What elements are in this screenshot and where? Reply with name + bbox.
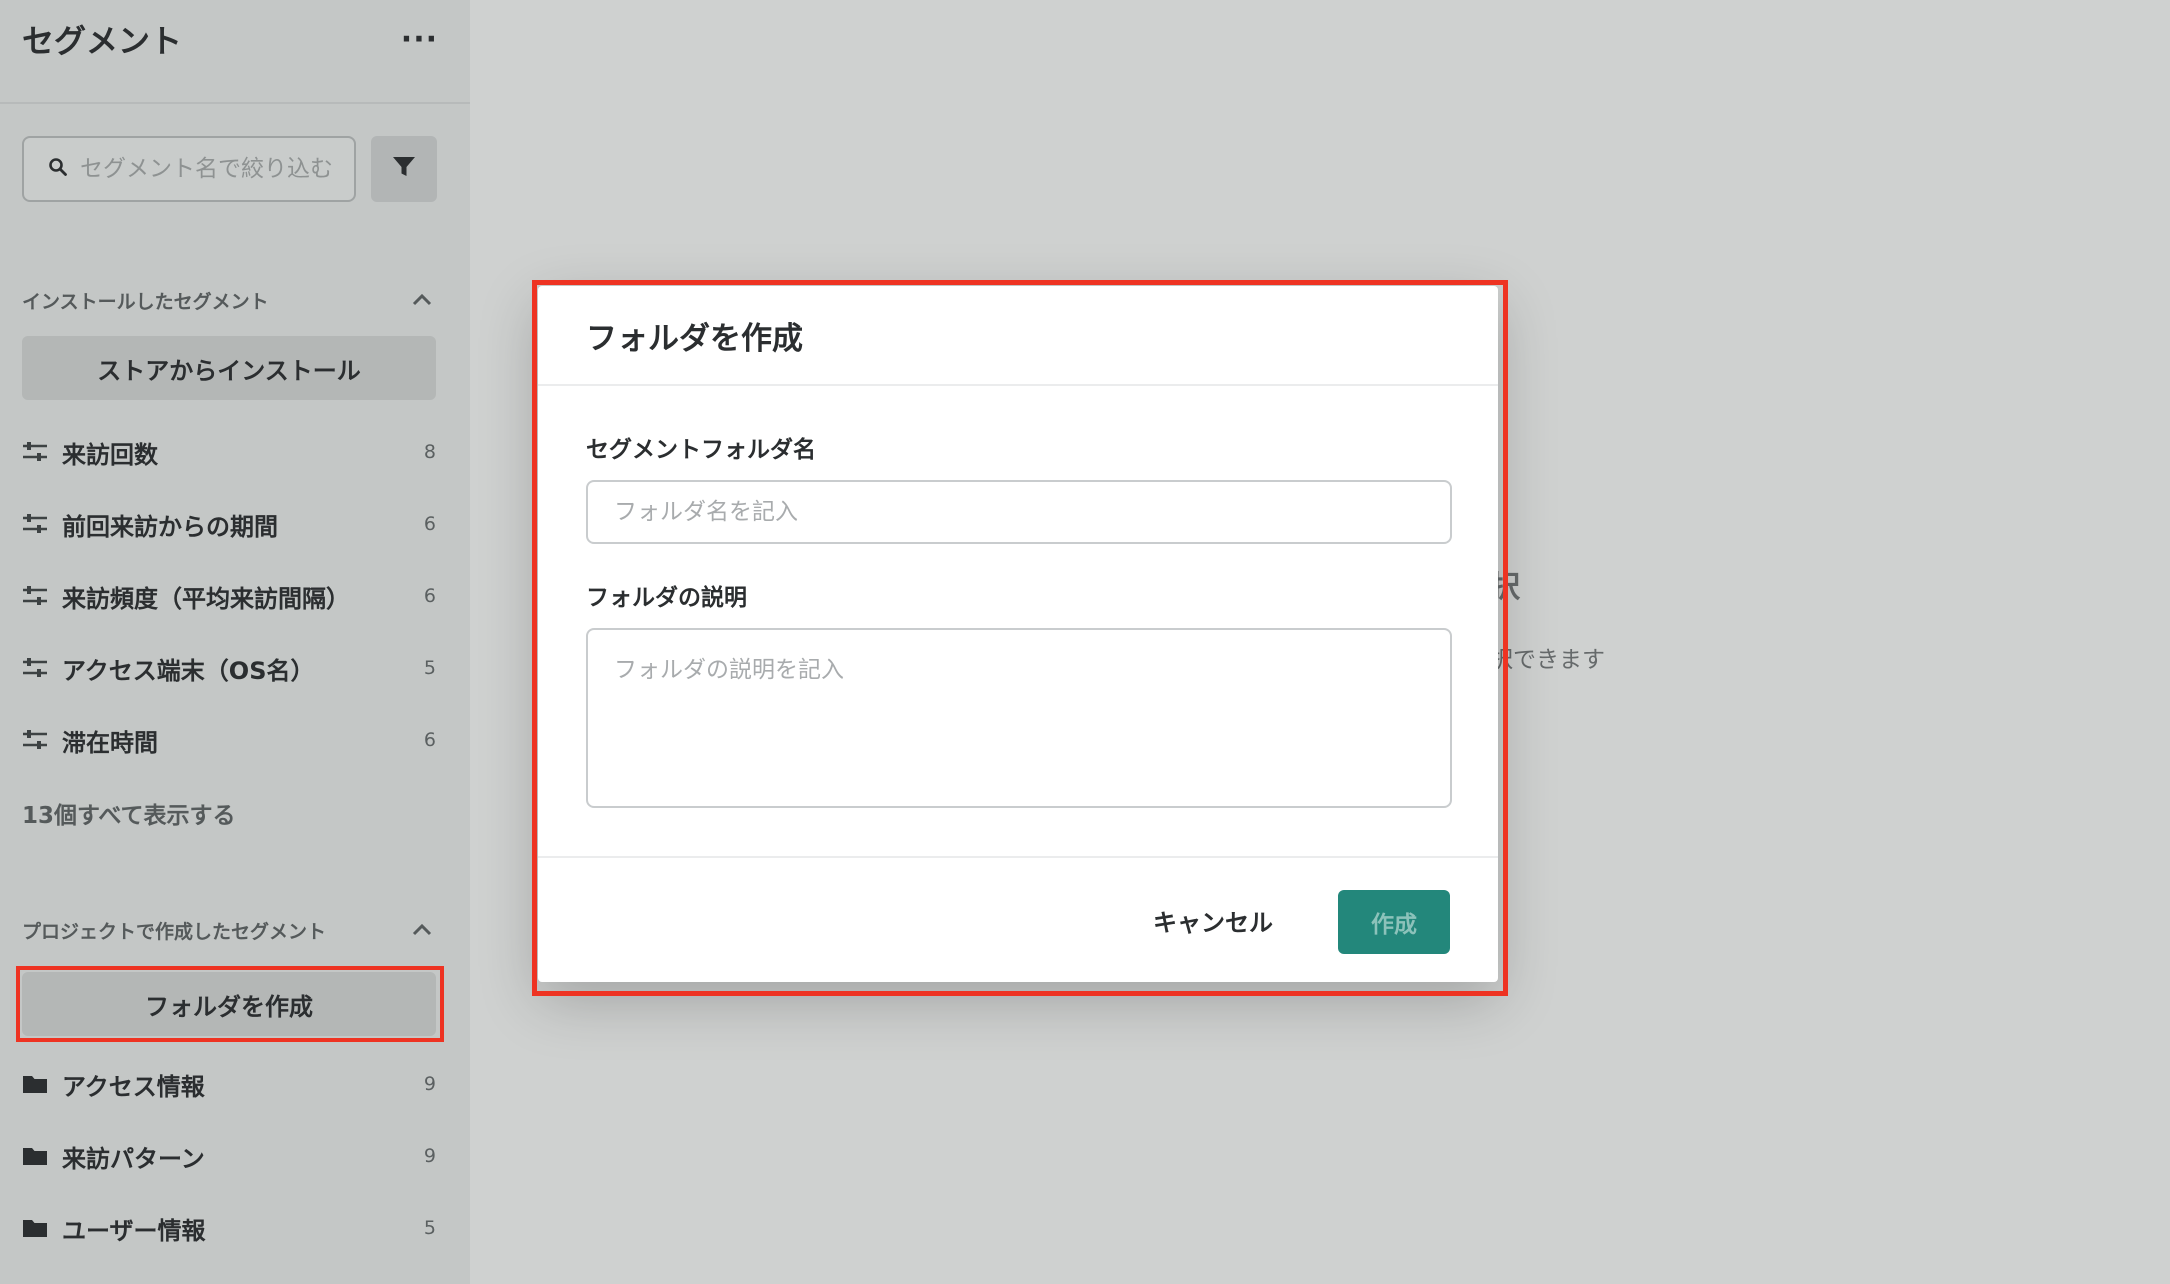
list-item[interactable]: アクセス端末（OS名） 5 (22, 632, 436, 704)
search-row (22, 136, 437, 202)
list-item[interactable]: 前回来訪からの期間 6 (22, 488, 436, 560)
create-button[interactable]: 作成 (1338, 890, 1450, 954)
chevron-up-icon[interactable] (408, 916, 436, 944)
installed-segment-list: 来訪回数 8 前回来訪からの期間 6 来訪頻度（平均来訪間隔） 6 アクセス端末… (22, 416, 436, 776)
list-item[interactable]: 来訪回数 8 (22, 416, 436, 488)
sliders-icon (22, 439, 48, 465)
folder-icon (22, 1215, 48, 1241)
list-item-count: 6 (423, 585, 436, 607)
show-all-link[interactable]: 13個すべて表示する (22, 796, 235, 830)
list-item[interactable]: 滞在時間 6 (22, 704, 436, 776)
sidebar: セグメント ··· セグメント名で絞り込む インストールしたセグメント ストアか… (0, 0, 470, 1284)
chevron-up-icon[interactable] (408, 286, 436, 314)
list-item[interactable]: 来訪パターン 9 (22, 1120, 436, 1192)
list-item-label: 滞在時間 (62, 728, 158, 757)
filter-icon (391, 154, 417, 184)
sliders-icon (22, 511, 48, 537)
dialog-footer: キャンセル 作成 (538, 856, 1498, 982)
list-item-label: アクセス端末（OS名） (62, 656, 315, 685)
install-from-store-button[interactable]: ストアからインストール (22, 336, 436, 400)
list-item-count: 9 (423, 1145, 436, 1167)
list-item-count: 5 (423, 1217, 436, 1239)
folder-name-input[interactable] (586, 480, 1452, 544)
list-item-count: 9 (423, 1073, 436, 1095)
list-item-count: 6 (423, 729, 436, 751)
list-item-label: 来訪回数 (62, 440, 158, 469)
folder-name-label: セグメントフォルダ名 (586, 437, 816, 463)
project-folder-list: アクセス情報 9 来訪パターン 9 ユーザー情報 5 (22, 1048, 436, 1264)
create-folder-dialog: フォルダを作成 セグメントフォルダ名 フォルダの説明 キャンセル 作成 (538, 286, 1498, 982)
installed-section-header: インストールしたセグメント (22, 286, 436, 314)
list-item[interactable]: ユーザー情報 5 (22, 1192, 436, 1264)
filter-button[interactable] (371, 136, 437, 202)
list-item-label: 前回来訪からの期間 (62, 512, 278, 541)
sidebar-title: セグメント (22, 22, 183, 60)
folder-description-textarea[interactable] (586, 628, 1452, 808)
search-input[interactable] (80, 156, 340, 182)
installed-section-heading: インストールしたセグメント (22, 290, 269, 313)
create-folder-button[interactable]: フォルダを作成 (22, 972, 436, 1036)
sliders-icon (22, 655, 48, 681)
sidebar-header: セグメント ··· (0, 0, 470, 104)
folder-description-label: フォルダの説明 (586, 585, 747, 611)
list-item[interactable]: アクセス情報 9 (22, 1048, 436, 1120)
empty-state-description: 択できます (1490, 647, 1605, 673)
dialog-body: セグメントフォルダ名 フォルダの説明 (538, 386, 1498, 856)
list-item-label: アクセス情報 (62, 1072, 205, 1101)
project-section-heading: プロジェクトで作成したセグメント (22, 920, 327, 943)
dialog-header: フォルダを作成 (538, 286, 1498, 386)
list-item[interactable]: 来訪頻度（平均来訪間隔） 6 (22, 560, 436, 632)
sliders-icon (22, 583, 48, 609)
folder-icon (22, 1071, 48, 1097)
search-box[interactable] (22, 136, 356, 202)
list-item-label: ユーザー情報 (62, 1216, 206, 1245)
list-item-count: 8 (423, 441, 436, 463)
cancel-button[interactable]: キャンセル (1138, 888, 1288, 952)
more-menu-button[interactable]: ··· (401, 22, 438, 57)
app-window: セグメント ··· セグメント名で絞り込む インストールしたセグメント ストアか… (0, 0, 2170, 1284)
list-item-count: 5 (423, 657, 436, 679)
sliders-icon (22, 727, 48, 753)
folder-icon (22, 1143, 48, 1169)
list-item-label: 来訪パターン (62, 1144, 205, 1173)
list-item-count: 6 (423, 513, 436, 535)
list-item-label: 来訪頻度（平均来訪間隔） (62, 584, 350, 613)
dialog-title: フォルダを作成 (586, 320, 803, 357)
search-icon (48, 157, 68, 181)
project-section-header: プロジェクトで作成したセグメント (22, 916, 436, 944)
